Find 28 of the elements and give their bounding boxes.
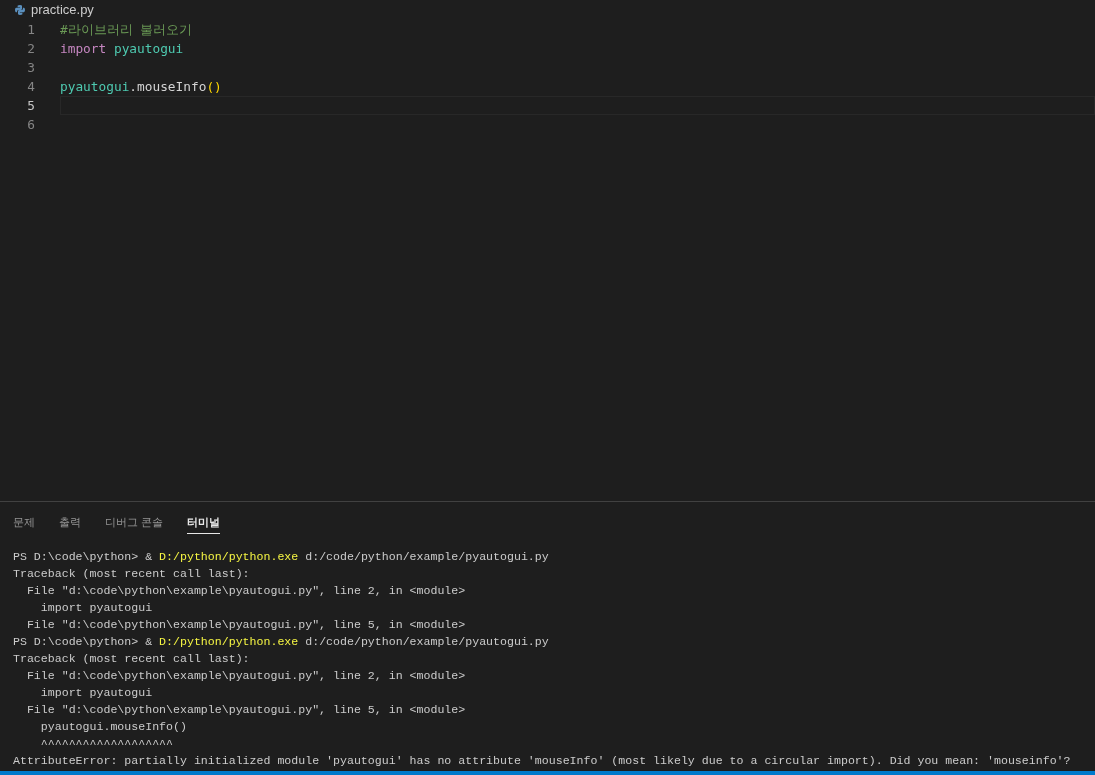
terminal-line: File "d:\code\python\example\pyautogui.py", line 2, in <module> <box>25 583 467 599</box>
panel-tab[interactable]: 디버그 콘솔 <box>105 512 164 534</box>
panel-tab[interactable]: 출력 <box>59 512 81 534</box>
line-number: 5 <box>26 97 35 115</box>
line-number: 1 <box>26 21 35 39</box>
code-line: #라이브러리 불러오기 <box>60 21 193 39</box>
code-line: pyautogui.mouseInfo() <box>60 78 222 96</box>
panel-tab[interactable]: 문제 <box>13 512 35 534</box>
line-number: 6 <box>26 116 35 134</box>
terminal-line: AttributeError: partially initialized module 'pyautogui' has no attribute 'mouseInfo' (most likely due to a circular import). Did you mean: 'mouseinfo'? <box>13 753 1072 769</box>
terminal-line: Traceback (most recent call last): <box>13 566 251 582</box>
line-number: 2 <box>26 40 35 58</box>
terminal-line: File "d:\code\python\example\pyautogui.py", line 2, in <module> <box>25 668 467 684</box>
line-number: 3 <box>26 59 35 77</box>
terminal-line: PS D:\code\python> & D:/python/python.exe d:/code/python/example/pyautogui.py <box>13 634 550 650</box>
terminal-line: File "d:\code\python\example\pyautogui.py", line 5, in <module> <box>25 617 467 633</box>
panel-tab[interactable]: 터미널 <box>187 512 221 534</box>
terminal-line: Traceback (most recent call last): <box>13 651 251 667</box>
code-line: import pyautogui <box>60 40 184 58</box>
terminal-line: import pyautogui <box>39 685 154 701</box>
file-tab-title[interactable]: practice.py <box>31 0 94 20</box>
terminal-line: import pyautogui <box>39 600 154 616</box>
terminal-line: ^^^^^^^^^^^^^^^^^^^ <box>39 736 175 752</box>
python-file-icon <box>14 4 26 16</box>
line-number: 4 <box>26 78 35 96</box>
terminal-line: pyautogui.mouseInfo() <box>39 719 188 735</box>
terminal-line: PS D:\code\python> & D:/python/python.exe d:/code/python/example/pyautogui.py <box>13 549 550 565</box>
terminal-line: File "d:\code\python\example\pyautogui.py", line 5, in <module> <box>25 702 467 718</box>
